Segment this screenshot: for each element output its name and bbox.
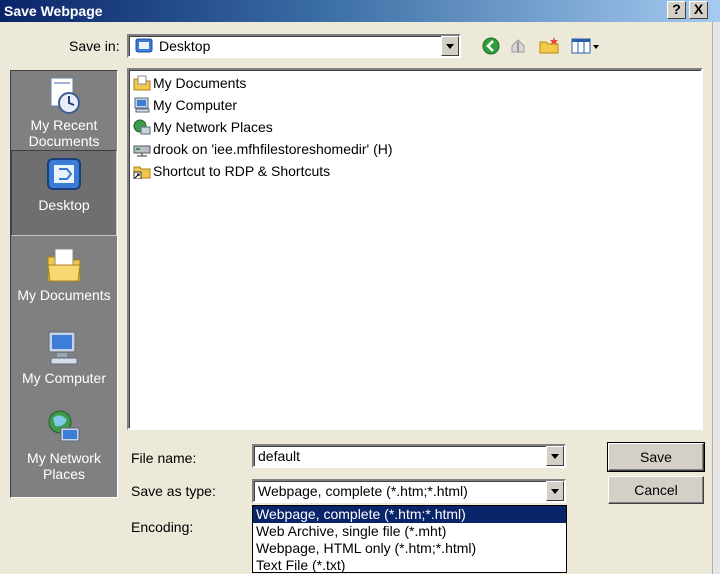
place-label: My Computer [21, 370, 107, 386]
list-item[interactable]: My Computer [133, 97, 237, 117]
save-as-type-value: Webpage, complete (*.htm;*.html) [258, 483, 468, 499]
place-label: My Documents [17, 287, 111, 303]
option-webpage-complete[interactable]: Webpage, complete (*.htm;*.html) [253, 506, 566, 523]
file-name-dropdown-button[interactable] [546, 446, 564, 466]
list-item[interactable]: My Network Places [133, 119, 273, 139]
my-documents-icon [45, 245, 83, 285]
up-folder-icon[interactable] [508, 36, 532, 56]
place-my-network-places[interactable]: My Network Places [11, 404, 117, 498]
file-label: My Documents [153, 75, 247, 91]
new-folder-icon[interactable] [538, 36, 562, 56]
file-name-label: File name: [131, 450, 197, 466]
network-icon [133, 119, 151, 135]
help-button[interactable]: ? [667, 1, 686, 19]
place-my-computer[interactable]: My Computer [11, 324, 117, 402]
background-window-edge [712, 22, 720, 574]
network-places-icon [45, 408, 83, 448]
back-icon[interactable] [480, 36, 504, 56]
option-webpage-html-only[interactable]: Webpage, HTML only (*.htm;*.html) [253, 540, 566, 557]
place-my-documents[interactable]: My Documents [11, 241, 117, 319]
cancel-button[interactable]: Cancel [608, 476, 704, 504]
my-computer-icon [45, 328, 83, 368]
desktop-icon [45, 155, 83, 195]
file-label: Shortcut to RDP & Shortcuts [153, 163, 331, 179]
folder-shortcut-icon [133, 163, 151, 180]
save-as-type-select[interactable]: Webpage, complete (*.htm;*.html) [252, 479, 566, 503]
folder-documents-icon [133, 75, 151, 91]
place-label: Desktop [38, 197, 90, 213]
option-web-archive[interactable]: Web Archive, single file (*.mht) [253, 523, 566, 540]
place-label: My Recent Documents [28, 117, 100, 149]
save-in-combo[interactable]: Desktop [127, 34, 461, 58]
file-list[interactable]: My Documents My Computer My Network Plac… [127, 68, 703, 430]
recent-documents-icon [45, 75, 83, 115]
encoding-label: Encoding: [131, 519, 194, 535]
list-item[interactable]: drook on 'iee.mfhfilestoreshomedir' (H) [133, 141, 393, 161]
file-label: My Computer [153, 97, 238, 113]
file-name-input[interactable]: default [252, 444, 566, 468]
save-as-type-dropdown-button[interactable] [546, 481, 564, 501]
place-label: My Network Places [27, 450, 101, 482]
network-drive-icon [133, 141, 151, 157]
places-bar: My Recent Documents Desktop My Documents [10, 70, 118, 498]
save-button[interactable]: Save [607, 442, 705, 472]
save-as-type-options: Webpage, complete (*.htm;*.html) Web Arc… [252, 505, 567, 573]
file-label: My Network Places [153, 119, 273, 135]
place-desktop[interactable]: Desktop [11, 150, 117, 236]
place-my-recent-documents[interactable]: My Recent Documents [11, 71, 117, 149]
save-in-dropdown-button[interactable] [441, 36, 459, 56]
computer-icon [133, 97, 151, 113]
title-bar: Save Webpage ? X [0, 0, 720, 22]
save-in-label: Save in: [69, 38, 120, 54]
view-menu-icon[interactable] [570, 36, 602, 56]
list-item[interactable]: My Documents [133, 75, 246, 95]
desktop-small-icon [135, 38, 153, 53]
save-in-value: Desktop [159, 38, 211, 54]
window-title: Save Webpage [4, 3, 103, 19]
option-text-file[interactable]: Text File (*.txt) [253, 557, 566, 574]
list-item[interactable]: Shortcut to RDP & Shortcuts [133, 163, 330, 183]
file-name-value: default [258, 448, 301, 464]
close-button[interactable]: X [689, 1, 708, 19]
save-as-type-label: Save as type: [131, 483, 216, 499]
file-label: drook on 'iee.mfhfilestoreshomedir' (H) [153, 141, 393, 157]
